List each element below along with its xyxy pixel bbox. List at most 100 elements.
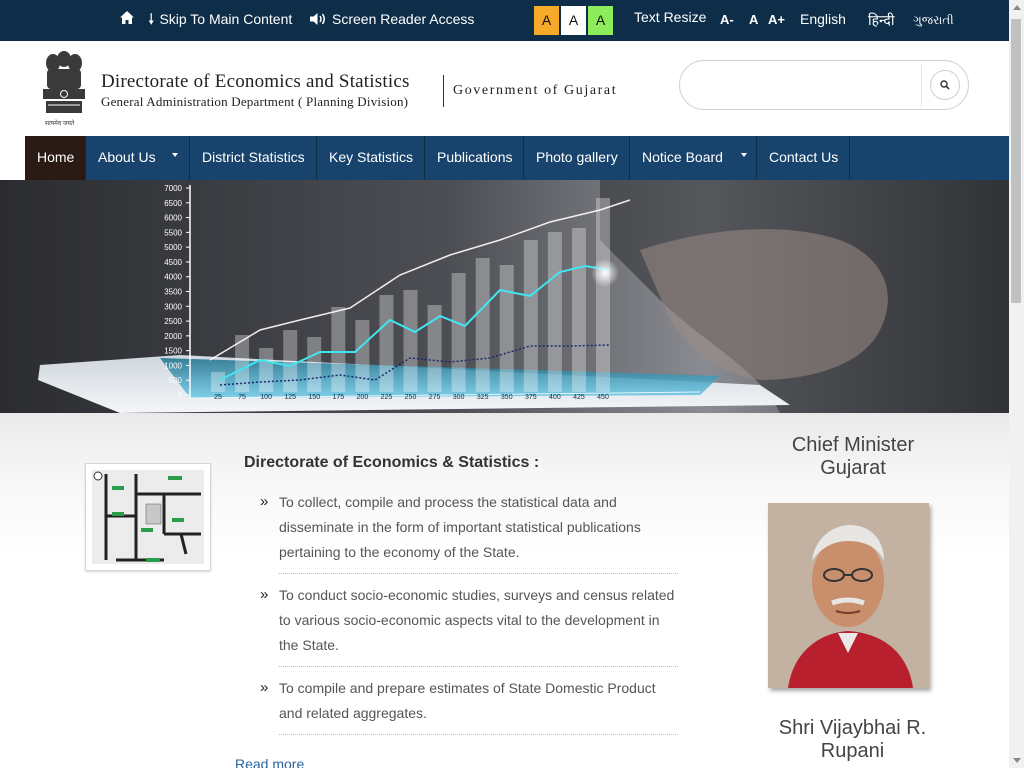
list-separator [279, 734, 678, 735]
banner-graphic: 7000650060005500500045004000350030002500… [0, 180, 1009, 413]
banner-bar [499, 265, 514, 392]
banner-y-tick-label: 6500 [164, 199, 182, 208]
nav-notice-board[interactable]: Notice Board [630, 136, 757, 180]
banner-glow [591, 259, 619, 287]
arrow-down-icon: 🠗 [148, 10, 155, 28]
nav-about-us-label: About Us [98, 149, 156, 165]
chevron-down-icon [741, 153, 747, 157]
search-input[interactable] [692, 71, 922, 101]
list-separator [279, 573, 678, 574]
objectives-list: » To collect, compile and process the st… [258, 487, 678, 735]
hero-banner: 7000 6500 6000 5500 5000 4500 4000 3500 3000 2500… [0, 180, 1009, 413]
site-title: Directorate of Economics and Statistics [101, 71, 410, 92]
list-item: » To collect, compile and process the st… [258, 487, 678, 574]
banner-bar [403, 290, 418, 392]
content-title: Directorate of Economics & Statistics : [244, 454, 540, 471]
list-item-text: To compile and prepare estimates of Stat… [279, 680, 656, 721]
banner-y-tick-label: 5000 [164, 243, 182, 252]
site-subtitle: General Administration Department ( Plan… [101, 94, 409, 109]
banner-bar [355, 320, 370, 392]
state-emblem-icon[interactable] [38, 49, 90, 127]
nav-contact-us[interactable]: Contact Us [757, 136, 850, 180]
banner-x-tick-label: 200 [357, 394, 369, 401]
scroll-up-arrow-icon[interactable] [1013, 5, 1021, 10]
banner-bar [259, 348, 274, 392]
nav-home-label: Home [37, 149, 75, 165]
double-chevron-icon: » [260, 679, 269, 696]
banner-bar [596, 198, 610, 392]
contrast-green-button[interactable]: A [588, 6, 613, 35]
nav-about-us[interactable]: About Us [86, 136, 190, 180]
speaker-icon [310, 13, 325, 25]
language-gujarati-link[interactable]: ગુજરાતી [913, 13, 954, 28]
text-normal-button[interactable]: A [749, 12, 758, 27]
search-button[interactable] [930, 70, 960, 100]
banner-bar [331, 307, 346, 392]
home-icon[interactable] [119, 10, 135, 26]
skip-label: Skip To Main Content [159, 11, 293, 27]
list-item: » To compile and prepare estimates of St… [258, 673, 678, 735]
list-item: » To conduct socio-economic studies, sur… [258, 580, 678, 667]
nav-photo-gallery-label: Photo gallery [536, 149, 618, 165]
nav-notice-board-label: Notice Board [642, 149, 723, 165]
search-divider [921, 65, 922, 107]
banner-bar [427, 305, 442, 392]
banner-x-tick-label: 175 [332, 394, 344, 401]
double-chevron-icon: » [260, 493, 269, 510]
chief-minister-name: Shri Vijaybhai R. Rupani [778, 717, 927, 762]
nav-district-statistics[interactable]: District Statistics [190, 136, 317, 180]
banner-y-tick-label: 5500 [164, 228, 182, 237]
location-map-icon [92, 470, 204, 564]
nav-key-statistics[interactable]: Key Statistics [317, 136, 425, 180]
banner-bar [379, 295, 394, 392]
language-hindi-link[interactable]: हिन्दी [868, 11, 894, 30]
list-separator [279, 666, 678, 667]
text-resize-label: Text Resize [634, 9, 707, 25]
search-icon [940, 80, 950, 90]
banner-bar [211, 372, 225, 392]
banner-bar [283, 330, 298, 392]
chevron-down-icon [172, 153, 178, 157]
banner-x-tick-label: 450 [597, 394, 609, 401]
banner-x-tick-label: 250 [405, 394, 417, 401]
page-scrollbar[interactable] [1009, 0, 1024, 768]
banner-bar [523, 240, 538, 392]
banner-y-tick-label: 4000 [164, 273, 182, 282]
screen-reader-access-link[interactable]: Screen Reader Access [309, 11, 474, 27]
nav-publications[interactable]: Publications [425, 136, 524, 180]
government-label: Government of Gujarat [453, 83, 618, 98]
language-english-link[interactable]: English [800, 11, 846, 27]
banner-x-tick-label: 100 [260, 394, 272, 401]
nav-district-statistics-label: District Statistics [202, 149, 305, 165]
screen-reader-label: Screen Reader Access [332, 11, 475, 27]
scroll-down-arrow-icon[interactable] [1013, 758, 1021, 763]
banner-x-tick-label: 400 [549, 394, 561, 401]
nav-photo-gallery[interactable]: Photo gallery [524, 136, 630, 180]
banner-y-tick-label: 1500 [164, 347, 182, 356]
banner-bar [547, 232, 562, 392]
banner-x-tick-label: 225 [381, 394, 393, 401]
banner-y-tick-label: 4500 [164, 258, 182, 267]
nav-contact-us-label: Contact Us [769, 149, 839, 165]
list-item-text: To conduct socio-economic studies, surve… [279, 587, 675, 653]
contrast-white-button[interactable]: A [561, 6, 586, 35]
read-more-link[interactable]: Read more [235, 756, 304, 768]
banner-x-tick-label: 300 [453, 394, 465, 401]
scrollbar-thumb[interactable] [1011, 19, 1021, 303]
text-increase-button[interactable]: A+ [768, 12, 785, 27]
location-map-thumbnail[interactable] [85, 463, 211, 571]
double-chevron-icon: » [260, 586, 269, 603]
banner-y-tick-label: 2000 [164, 332, 182, 341]
text-decrease-button[interactable]: A- [720, 12, 734, 27]
skip-to-main-content-link[interactable]: 🠗 Skip To Main Content [148, 11, 292, 27]
banner-y-tick-label: 1000 [164, 361, 182, 370]
banner-x-tick-label: 150 [308, 394, 320, 401]
contrast-orange-button[interactable]: A [534, 6, 559, 35]
banner-y-tick-label: 0 [178, 391, 183, 400]
chief-minister-title: Chief Minister Gujarat [791, 434, 915, 479]
banner-y-tick-label: 6000 [164, 214, 182, 223]
banner-x-tick-label: 325 [477, 394, 489, 401]
banner-x-tick-label: 25 [214, 394, 222, 401]
nav-home[interactable]: Home [25, 136, 86, 180]
nav-key-statistics-label: Key Statistics [329, 149, 414, 165]
